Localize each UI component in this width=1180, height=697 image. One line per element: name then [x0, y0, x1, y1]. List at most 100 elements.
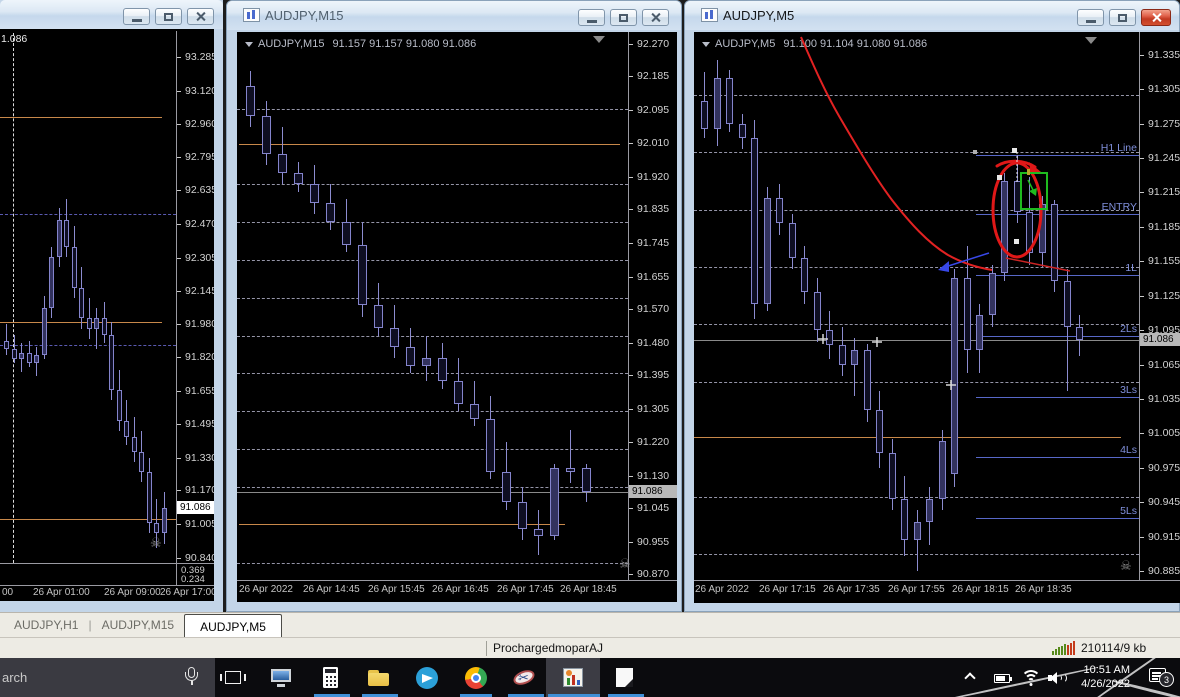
candle: [763, 198, 771, 304]
price-axis-label: 91.920: [637, 170, 670, 183]
wifi-icon[interactable]: [1020, 670, 1042, 686]
calculator-icon[interactable]: [317, 665, 343, 691]
clock[interactable]: 10:51 AM 4/26/2022: [1081, 663, 1130, 691]
price-axis-label: 90.870: [637, 567, 670, 580]
window-title: AUDJPY,M5: [723, 8, 795, 23]
microphone-icon[interactable]: [184, 667, 200, 687]
candle: [1013, 180, 1021, 212]
candle: [913, 521, 921, 541]
candle: [701, 100, 708, 130]
task-view-button[interactable]: [220, 665, 246, 691]
restore-button[interactable]: [155, 8, 182, 25]
price-axis-label: 91.215: [1148, 186, 1180, 199]
restore-button[interactable]: [1109, 9, 1136, 26]
snipping-tool-icon[interactable]: ✂: [511, 665, 537, 691]
chart-m5[interactable]: AUDJPY,M5 91.100 91.104 91.080 91.086 H1…: [694, 32, 1180, 603]
grid-line: [0, 344, 176, 346]
this-pc-icon[interactable]: [268, 665, 294, 691]
candle: [582, 468, 591, 493]
chart-m15[interactable]: AUDJPY,M15 91.157 91.157 91.080 91.086 92…: [237, 32, 677, 602]
support-resistance-line: [0, 117, 162, 119]
chart-tab-strip: AUDJPY,H1 | AUDJPY,M15 AUDJPY,M5: [0, 612, 1180, 637]
tab-audjpy-h1[interactable]: AUDJPY,H1: [4, 613, 88, 637]
notification-badge: 3: [1159, 672, 1174, 687]
time-axis-label: 26 Apr 17:55: [888, 584, 945, 595]
window-title: AUDJPY,M15: [265, 8, 344, 23]
status-separator: [486, 641, 487, 656]
tab-audjpy-m15[interactable]: AUDJPY,M15: [92, 613, 184, 637]
candle: [713, 77, 721, 130]
volume-icon[interactable]: [1048, 672, 1068, 685]
candle: [801, 257, 808, 293]
chevron-up-icon[interactable]: [964, 672, 976, 684]
minimize-icon: [1085, 19, 1096, 23]
current-price-tag: 91.086: [177, 500, 214, 514]
red-pen-arrowhead: [1029, 162, 1041, 175]
window-titlebar[interactable]: AUDJPY,M15: [227, 1, 681, 30]
candle: [358, 244, 367, 306]
grid-line: [237, 297, 628, 299]
telegram-icon[interactable]: [414, 665, 440, 691]
price-axis-label: 90.955: [637, 535, 670, 548]
level-label: 1L: [1125, 262, 1137, 274]
grid-line: [237, 562, 628, 564]
tab-audjpy-m5[interactable]: AUDJPY,M5: [184, 614, 282, 637]
battery-icon[interactable]: [994, 674, 1012, 683]
time-axis-label: 26 Apr 18:35: [1015, 584, 1072, 595]
price-axis-label: 90.915: [1148, 530, 1180, 543]
restore-icon: [1118, 13, 1127, 22]
grid-line: [0, 213, 176, 215]
level-line: [976, 396, 1139, 398]
skull-icon: ☠: [619, 556, 631, 571]
chart-window-h1[interactable]: 1.086 93.285 93.120 92.960 92.795 92.635 92.4…: [0, 0, 223, 612]
candle: [56, 219, 62, 257]
search-box[interactable]: arch: [0, 658, 215, 697]
grid-line: [237, 411, 628, 413]
candle: [131, 437, 137, 452]
axis-border: [237, 580, 677, 581]
traffic-counter: 210114/9 kb: [1081, 641, 1147, 655]
yellow-marker: [1027, 169, 1030, 175]
restore-button[interactable]: [610, 9, 637, 26]
price-axis-label: 92.795: [185, 151, 214, 164]
close-button[interactable]: [187, 8, 214, 25]
chevron-down-icon: [702, 42, 710, 47]
candle: [838, 345, 846, 365]
chrome-icon[interactable]: [463, 665, 489, 691]
notepad-icon[interactable]: [611, 665, 637, 691]
price-axis-label: 91.275: [1148, 117, 1180, 130]
chart-h1[interactable]: 1.086 93.285 93.120 92.960 92.795 92.635 92.4…: [0, 29, 214, 601]
support-resistance-line: [694, 436, 1121, 438]
object-price-label: 1.086: [1, 33, 28, 45]
green-arrowhead: [1029, 188, 1037, 196]
minimize-button[interactable]: [123, 8, 150, 25]
candle: [876, 410, 883, 453]
notification-center-icon[interactable]: 3: [1149, 668, 1174, 687]
minimize-button[interactable]: [1077, 9, 1104, 26]
candle: [262, 116, 271, 154]
skull-icon: ☠: [1120, 558, 1132, 573]
candle: [951, 278, 958, 474]
metatrader-icon[interactable]: [560, 665, 586, 691]
price-axis-label: 92.145: [185, 284, 214, 297]
candle: [851, 349, 858, 365]
candle: [4, 340, 9, 350]
window-titlebar[interactable]: [0, 0, 223, 29]
chart-window-m5[interactable]: AUDJPY,M5 AUDJPY,M5 91.100 91.104 91.080 …: [684, 0, 1180, 612]
chart-window-m15[interactable]: AUDJPY,M15 AUDJPY,M15 91.157 91.157 91.08…: [226, 0, 682, 612]
file-explorer-icon[interactable]: [365, 665, 391, 691]
price-axis-label: 91.480: [637, 337, 670, 350]
close-button[interactable]: [1141, 9, 1171, 26]
restore-icon: [619, 13, 628, 22]
price-axis-label: 92.095: [637, 104, 670, 117]
close-button[interactable]: [642, 9, 669, 26]
price-axis-label: 92.010: [637, 136, 670, 149]
candle: [34, 355, 39, 364]
tray-time: 10:51 AM: [1083, 664, 1130, 676]
window-titlebar[interactable]: AUDJPY,M5: [685, 1, 1179, 30]
minimize-button[interactable]: [578, 9, 605, 26]
current-price-line: [694, 340, 1139, 342]
candle: [101, 318, 107, 335]
price-axis-label: 91.305: [637, 403, 670, 416]
price-axis-label: 91.005: [1148, 427, 1180, 440]
